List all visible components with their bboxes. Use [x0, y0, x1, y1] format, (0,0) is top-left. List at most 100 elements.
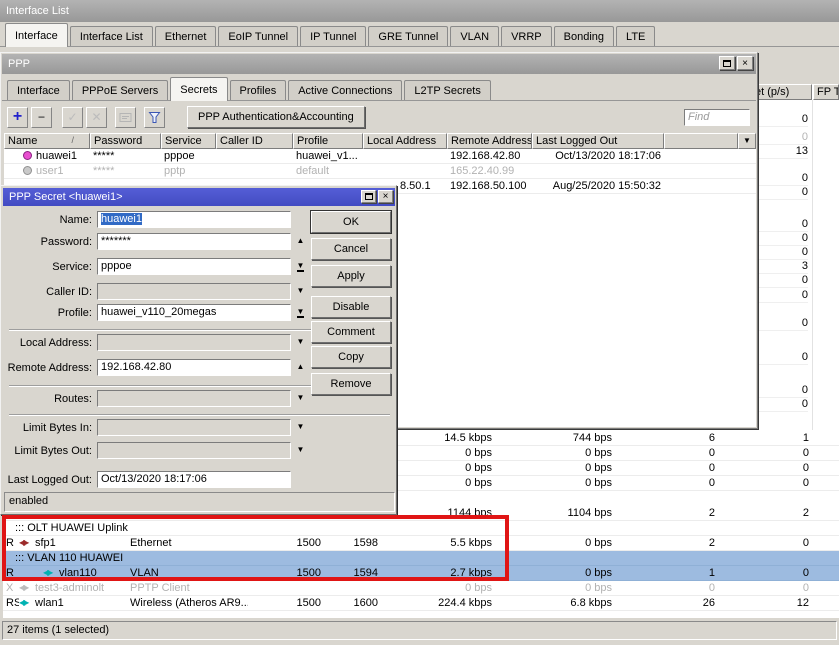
- cell-type: Wireless (Atheros AR9...: [130, 596, 248, 610]
- cell-profile: huawei_v1...: [296, 149, 363, 163]
- down-arrow-icon[interactable]: ▼: [294, 283, 307, 300]
- ppp-tab-pppoe-servers[interactable]: PPPoE Servers: [72, 80, 168, 100]
- combo-arrow-icon[interactable]: ▼: [294, 304, 307, 321]
- filter-icon[interactable]: [144, 107, 165, 128]
- wireless-icon: ◀▶: [19, 596, 33, 610]
- dialog-title: PPP Secret <huawei1>: [9, 191, 123, 203]
- last-logged-out-field: Oct/13/2020 18:17:06: [97, 471, 291, 488]
- cell-rx-pps: 1: [715, 431, 809, 445]
- remote-address-field[interactable]: 192.168.42.80: [97, 359, 291, 376]
- add-icon[interactable]: +: [7, 107, 28, 128]
- interface-row-wlan1[interactable]: RS◀▶wlan1Wireless (Atheros AR9...1500160…: [3, 596, 839, 611]
- remove-button[interactable]: Remove: [311, 373, 391, 395]
- tab-eoip-tunnel[interactable]: EoIP Tunnel: [218, 26, 298, 46]
- column-header-remote-address[interactable]: Remote Address: [447, 133, 532, 149]
- combo-arrow-icon[interactable]: ▼: [294, 258, 307, 275]
- down-arrow-icon[interactable]: ▼: [294, 442, 307, 459]
- cell-rx: 1104 bps: [495, 506, 612, 520]
- limit-bytes-in-field: [97, 419, 291, 436]
- enable-icon: ✓: [62, 107, 83, 128]
- disable-button[interactable]: Disable: [311, 296, 391, 318]
- secrets-row-user1[interactable]: user1*****pptpdefault165.22.40.99: [4, 164, 756, 179]
- cell-l2-mtu: 1600: [325, 596, 378, 610]
- profile-field[interactable]: huawei_v110_20megas: [97, 304, 291, 321]
- cell-tx: 14.5 kbps: [385, 431, 492, 445]
- down-arrow-icon[interactable]: ▼: [294, 390, 307, 407]
- name-label: Name:: [1, 212, 92, 228]
- tab-vrrp[interactable]: VRRP: [501, 26, 552, 46]
- column-header-name[interactable]: Name/: [4, 133, 90, 149]
- dialog-close-icon[interactable]: ×: [378, 190, 393, 203]
- cell-actual-mtu: [250, 581, 321, 595]
- bg-cell-packet-ps: 13: [758, 145, 808, 159]
- cell-last-logged-out: [532, 164, 661, 178]
- column-select-button[interactable]: ▼: [738, 133, 756, 149]
- column-header-caller-id[interactable]: Caller ID: [216, 133, 293, 149]
- maximize-icon[interactable]: [719, 56, 735, 70]
- interface-list-titlebar: Interface List: [0, 0, 839, 22]
- cell-rx: 0 bps: [495, 461, 612, 475]
- tab-lte[interactable]: LTE: [616, 26, 655, 46]
- password-label: Password:: [1, 234, 92, 250]
- cell-tx: 0 bps: [385, 581, 492, 595]
- bg-cell-packet-ps: 0: [758, 186, 808, 200]
- ppp-tab-active-connections[interactable]: Active Connections: [288, 80, 402, 100]
- column-header-packet-ps[interactable]: et (p/s): [751, 84, 812, 100]
- cell-rx: 744 bps: [495, 431, 612, 445]
- cell-local-address: [366, 149, 446, 163]
- ppp-tab-l2tp-secrets[interactable]: L2TP Secrets: [404, 80, 490, 100]
- ppp-tab-secrets[interactable]: Secrets: [170, 77, 227, 101]
- interface-list-tabbar: InterfaceInterface ListEthernetEoIP Tunn…: [0, 22, 839, 47]
- cell-service: pptp: [164, 164, 216, 178]
- ppp-secret-dialog: PPP Secret <huawei1> × Name: huawei1 Passw…: [0, 185, 397, 515]
- tab-bonding[interactable]: Bonding: [554, 26, 614, 46]
- ppp-tab-interface[interactable]: Interface: [7, 80, 70, 100]
- dialog-maximize-icon[interactable]: [361, 190, 376, 203]
- cancel-button[interactable]: Cancel: [311, 238, 391, 260]
- column-header-fp-tx[interactable]: FP T: [813, 84, 839, 100]
- bg-cell-packet-ps: 0: [758, 398, 808, 412]
- down-arrow-icon[interactable]: ▼: [294, 334, 307, 351]
- column-header-last-logged-out[interactable]: Last Logged Out: [532, 133, 664, 149]
- cell-rx-pps: 12: [715, 596, 809, 610]
- ppp-auth-accounting-button[interactable]: PPP Authentication&Accounting: [187, 106, 365, 128]
- cell-rx-pps: 0: [715, 581, 809, 595]
- up-arrow-icon[interactable]: ▲: [294, 233, 307, 250]
- cell-rx: 0 bps: [495, 446, 612, 460]
- cell-rx-pps: 0: [715, 566, 809, 580]
- limit-bytes-in-label: Limit Bytes In:: [1, 420, 92, 436]
- dialog-titlebar-buttons: ×: [361, 190, 393, 203]
- column-header-empty[interactable]: [664, 133, 738, 149]
- service-field[interactable]: pppoe: [97, 258, 291, 275]
- comment-button[interactable]: Comment: [311, 321, 391, 343]
- column-header-password[interactable]: Password: [90, 133, 161, 149]
- status-bar: 27 items (1 selected): [2, 621, 837, 640]
- routes-label: Routes:: [1, 391, 92, 407]
- column-header-profile[interactable]: Profile: [293, 133, 363, 149]
- remove-icon[interactable]: −: [31, 107, 52, 128]
- secrets-row-huawei1[interactable]: huawei1*****pppoehuawei_v1...192.168.42.…: [4, 149, 756, 164]
- tab-interface[interactable]: Interface: [5, 23, 68, 47]
- password-field[interactable]: *******: [97, 233, 291, 250]
- cell-service: pppoe: [164, 149, 216, 163]
- cell-remote-address: 165.22.40.99: [450, 164, 532, 178]
- down-arrow-icon[interactable]: ▼: [294, 419, 307, 436]
- column-header-service[interactable]: Service: [161, 133, 216, 149]
- copy-button[interactable]: Copy: [311, 346, 391, 368]
- close-icon[interactable]: ×: [737, 56, 753, 70]
- ppp-tab-profiles[interactable]: Profiles: [230, 80, 287, 100]
- apply-button[interactable]: Apply: [311, 265, 391, 287]
- tab-ethernet[interactable]: Ethernet: [155, 26, 217, 46]
- column-header-local-address[interactable]: Local Address: [363, 133, 447, 149]
- find-input[interactable]: [684, 109, 750, 126]
- tab-gre-tunnel[interactable]: GRE Tunnel: [368, 26, 448, 46]
- tab-vlan[interactable]: VLAN: [450, 26, 499, 46]
- cell-name: user1: [36, 164, 88, 178]
- tab-ip-tunnel[interactable]: IP Tunnel: [300, 26, 366, 46]
- tab-interface-list[interactable]: Interface List: [70, 26, 153, 46]
- service-label: Service:: [1, 259, 92, 275]
- ok-button[interactable]: OK: [311, 211, 391, 233]
- up-arrow-icon[interactable]: ▲: [294, 359, 307, 376]
- name-field[interactable]: huawei1: [97, 211, 291, 228]
- interface-row-test3-adminolt[interactable]: X◀▶test3-adminoltPPTP Client0 bps0 bps00: [3, 581, 839, 596]
